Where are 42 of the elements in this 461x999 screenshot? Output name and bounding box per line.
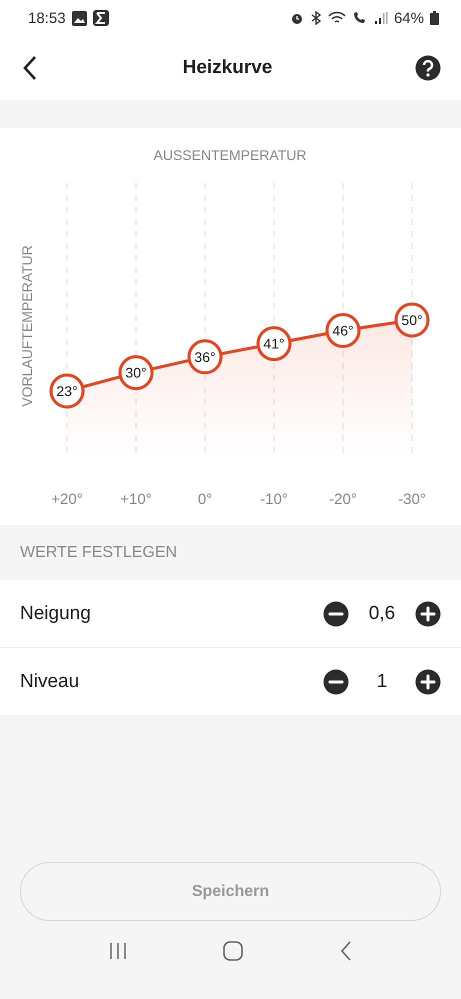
setting-label: Niveau — [20, 670, 80, 692]
bluetooth-icon — [310, 11, 322, 25]
sigma-icon — [92, 10, 109, 26]
wifi-icon — [328, 11, 346, 25]
x-tick-label: 0° — [198, 491, 212, 508]
page-title: Heizkurve — [182, 57, 272, 79]
status-time: 18:53 — [28, 10, 66, 26]
minus-button[interactable] — [323, 668, 349, 694]
section-heading: WERTE FESTLEGEN — [20, 544, 178, 562]
home-icon[interactable] — [223, 941, 244, 961]
data-point-marker — [394, 302, 430, 338]
data-point-marker — [326, 313, 360, 348]
plus-button[interactable] — [415, 600, 441, 626]
data-label: 41° — [263, 336, 285, 352]
x-tick-label: -30° — [398, 491, 426, 508]
gallery-icon — [72, 10, 87, 26]
data-label: 23° — [56, 383, 78, 399]
battery-percent: 64% — [394, 10, 424, 26]
setting-value: 0,6 — [368, 602, 396, 624]
data-point-marker — [188, 339, 222, 374]
recent-apps-icon[interactable] — [108, 942, 128, 960]
data-label: 30° — [125, 364, 147, 381]
setting-label: Neigung — [20, 602, 92, 624]
data-label: 50° — [401, 312, 423, 328]
data-label: 36° — [194, 348, 216, 365]
minus-button[interactable] — [323, 600, 349, 626]
y-axis-title: VORLAUFTEMPERATUR — [19, 245, 35, 407]
back-icon[interactable] — [339, 941, 354, 961]
x-tick-label: +10° — [120, 491, 152, 508]
data-point-marker — [118, 355, 154, 390]
x-tick-label: -20° — [329, 491, 357, 508]
x-tick-label: -10° — [260, 491, 288, 508]
chart-title: AUSSENTEMPERATUR — [154, 147, 306, 163]
data-point-marker — [256, 326, 292, 362]
x-tick-label: +20° — [51, 491, 83, 508]
data-point-marker — [50, 374, 84, 408]
data-label: 46° — [332, 322, 354, 338]
setting-value: 1 — [376, 670, 388, 692]
help-button[interactable] — [415, 55, 441, 81]
signal-icon — [374, 11, 388, 25]
battery-icon — [430, 11, 439, 25]
plus-button[interactable] — [415, 668, 441, 694]
